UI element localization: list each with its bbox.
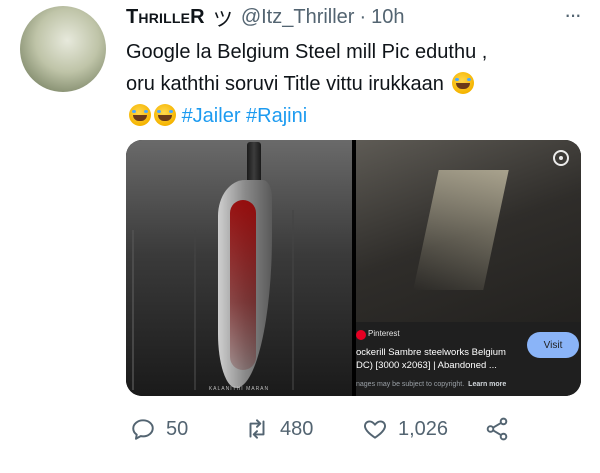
display-name[interactable]: ThrilleR (126, 6, 205, 29)
retweet-button[interactable]: 480 (244, 414, 313, 444)
tweet-text-line-1: Google la Belgium Steel mill Pic eduthu … (126, 41, 488, 63)
separator-dot: · (359, 5, 367, 28)
like-count: 1,026 (398, 417, 449, 440)
search-result-card[interactable]: Pinterest ockerill Sambre steelworks Bel… (356, 322, 581, 396)
retweet-count: 480 (280, 417, 314, 440)
user-handle[interactable]: @Itz_Thriller (241, 6, 355, 29)
tweet-text: Google la Belgium Steel mill Pic eduthu … (126, 36, 586, 132)
hashtag-jailer[interactable]: #Jailer (182, 105, 241, 127)
learn-more-link[interactable]: Learn more (468, 381, 506, 388)
result-title-line-1: ockerill Sambre steelworks Belgium (356, 347, 506, 358)
search-result-image[interactable]: Pinterest ockerill Sambre steelworks Bel… (356, 140, 581, 396)
reply-button[interactable]: 50 (130, 414, 188, 444)
poster-structure (292, 210, 344, 390)
blood-stain (230, 200, 256, 370)
pinterest-icon (356, 330, 366, 340)
retweet-icon (249, 419, 265, 439)
tweet-text-line-2: oru kaththi soruvi Title vittu irukkaan (126, 68, 586, 100)
hashtag-rajini[interactable]: #Rajini (246, 105, 307, 127)
reply-count: 50 (166, 417, 189, 440)
light-beam (413, 170, 509, 290)
rofl-emoji-icon (129, 104, 151, 126)
rofl-emoji-icon (154, 104, 176, 126)
result-title[interactable]: ockerill Sambre steelworks Belgium DC) [… (356, 346, 521, 372)
rofl-emoji-icon (452, 72, 475, 94)
copyright-note-text: nages may be subject to copyright. (356, 381, 465, 388)
name-glyph: ツ (212, 8, 233, 31)
poster-image[interactable]: KALANITHI MARAN (126, 140, 352, 396)
visit-button[interactable]: Visit (527, 332, 579, 358)
tweet-text-line-2-text: oru kaththi soruvi Title vittu irukkaan (126, 73, 444, 95)
lens-icon[interactable] (553, 150, 569, 166)
poster-structure (132, 230, 196, 390)
reply-icon (132, 419, 154, 440)
tweet-header: ThrilleR ツ @Itz_Thriller · 10h (126, 2, 405, 32)
like-button[interactable]: 1,026 (362, 414, 448, 444)
knife-handle (247, 142, 261, 184)
result-title-line-2: DC) [3000 x2063] | Abandoned ... (356, 360, 497, 371)
avatar[interactable] (20, 6, 106, 92)
poster-credit: KALANITHI MARAN (208, 386, 270, 392)
tweet-actions: 50 480 1,026 (126, 414, 546, 444)
timestamp[interactable]: 10h (371, 6, 404, 29)
heart-icon (364, 420, 386, 439)
share-icon (486, 417, 508, 441)
copyright-note: nages may be subject to copyright. Learn … (356, 381, 506, 388)
tweet-text-line-3: #Jailer #Rajini (126, 100, 586, 132)
result-source: Pinterest (368, 329, 400, 338)
more-options-icon[interactable]: ··· (564, 2, 582, 28)
share-button[interactable] (484, 414, 510, 444)
tweet-media: KALANITHI MARAN Pinterest ockerill Sambr… (126, 140, 581, 396)
